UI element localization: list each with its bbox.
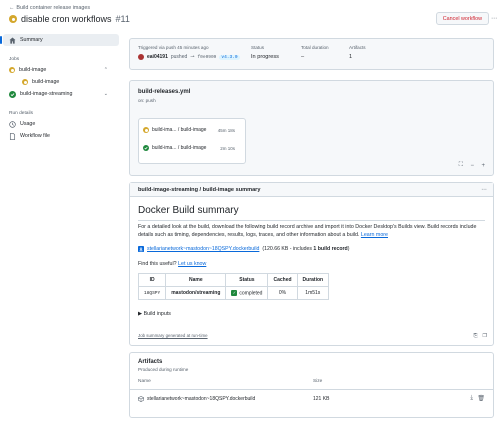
feedback-line: Find this useful? Let us know bbox=[138, 261, 207, 267]
artifact-row: stellarianetwork~mastodon~18QSPY.dockerb… bbox=[130, 389, 493, 407]
learn-more-link[interactable]: Learn more bbox=[361, 232, 388, 238]
download-line: stellarianetwork~mastodon~18QSPY.dockerb… bbox=[138, 246, 349, 252]
artifacts-title: Artifacts bbox=[138, 359, 163, 365]
package-icon bbox=[138, 396, 144, 402]
pending-status-icon bbox=[9, 15, 17, 23]
avatar bbox=[138, 54, 144, 60]
kebab-menu-icon[interactable]: ⋯ bbox=[481, 187, 487, 193]
duration-value: – bbox=[301, 54, 305, 60]
clock-icon bbox=[9, 120, 16, 128]
run-header: ← Build container release images disable… bbox=[0, 0, 500, 32]
status-value: In progress bbox=[251, 54, 279, 60]
link-icon[interactable]: ⎘ bbox=[474, 333, 478, 339]
sidebar-item-build-image-sub[interactable]: build-image bbox=[0, 76, 122, 88]
jobs-heading: Jobs bbox=[9, 56, 20, 62]
check-icon: ✓ bbox=[231, 289, 238, 296]
table-header-row: ID Name Status Cached Duration bbox=[137, 273, 330, 287]
summary-paragraph: For a detailed look at the build, downlo… bbox=[138, 224, 477, 238]
run-details-heading: Run details bbox=[9, 110, 33, 116]
sidebar-item-workflow-file[interactable]: Workflow file bbox=[0, 130, 122, 142]
cancel-workflow-button[interactable]: Cancel workflow bbox=[435, 12, 489, 25]
pending-status-icon bbox=[143, 127, 149, 133]
trigger-label: Triggered via push 45 minutes ago bbox=[138, 45, 209, 50]
workflow-trigger: on: push bbox=[138, 98, 156, 103]
generated-note[interactable]: Job summary generated at run-time bbox=[138, 333, 208, 338]
copy-icon[interactable]: ❐ bbox=[483, 333, 487, 339]
page-title: disable cron workflows #11 bbox=[9, 14, 130, 24]
build-table: ID Name Status Cached Duration 18QSPY ma… bbox=[137, 273, 330, 300]
sidebar: Summary Jobs build-image ⌃ build-image b… bbox=[0, 34, 122, 142]
run-summary-card: Triggered via push 45 minutes ago eai041… bbox=[129, 38, 494, 70]
triangle-right-icon: ▶ bbox=[138, 311, 143, 317]
home-icon bbox=[9, 36, 16, 44]
sidebar-item-build-image-streaming[interactable]: build-image-streaming ⌄ bbox=[0, 88, 122, 100]
sidebar-item-build-image[interactable]: build-image ⌃ bbox=[0, 64, 122, 76]
main-content: Triggered via push 45 minutes ago eai041… bbox=[129, 38, 494, 418]
graph-job-row[interactable]: build-ima... / build-image 45m 18s bbox=[143, 127, 235, 133]
trash-icon[interactable]: 🗑 bbox=[477, 395, 485, 402]
arrow-left-icon: ← bbox=[9, 5, 15, 11]
artifact-size: 121 KB bbox=[313, 396, 330, 402]
let-us-know-link[interactable]: Let us know bbox=[178, 261, 206, 267]
fullscreen-icon[interactable]: ⛶ bbox=[459, 162, 463, 169]
file-icon bbox=[9, 132, 16, 140]
artifact-name[interactable]: stellarianetwork~mastodon~18QSPY.dockerb… bbox=[147, 396, 255, 402]
job-group: build-ima... / build-image 45m 18s build… bbox=[138, 118, 246, 164]
job-summary-card: build-image-streaming / build-image summ… bbox=[129, 182, 494, 346]
graph-job-row[interactable]: build-ima... / build-image 2m 10s bbox=[143, 145, 235, 151]
job-summary-header: build-image-streaming / build-image summ… bbox=[138, 186, 261, 193]
commit-icon: ⊸ bbox=[190, 54, 195, 60]
chevron-up-icon[interactable]: ⌃ bbox=[104, 67, 108, 73]
check-circle-icon bbox=[143, 145, 149, 151]
tag-badge[interactable]: v4.3.0 bbox=[219, 54, 240, 60]
docker-build-summary-title: Docker Build summary bbox=[138, 205, 239, 216]
chevron-down-icon[interactable]: ⌄ bbox=[104, 91, 108, 97]
download-icon[interactable]: ⤓ bbox=[470, 395, 473, 402]
commit-sha[interactable]: f0e0909 bbox=[197, 55, 216, 60]
build-inputs-toggle[interactable]: ▶ Build inputs bbox=[138, 311, 171, 317]
divider bbox=[138, 220, 485, 221]
kebab-menu-icon[interactable]: ⋯ bbox=[490, 12, 498, 25]
workflow-file-name: build-releases.yml bbox=[138, 89, 191, 95]
sidebar-item-summary[interactable]: Summary bbox=[0, 34, 119, 46]
artifacts-card: Artifacts Produced during runtime Name S… bbox=[129, 352, 494, 418]
pending-status-icon bbox=[22, 79, 28, 85]
zoom-out-icon[interactable]: − bbox=[470, 163, 474, 169]
download-link[interactable]: stellarianetwork~mastodon~18QSPY.dockerb… bbox=[147, 246, 259, 252]
sidebar-item-usage[interactable]: Usage bbox=[0, 118, 122, 130]
workflow-graph: build-releases.yml on: push build-ima...… bbox=[129, 80, 494, 176]
artifacts-subtitle: Produced during runtime bbox=[138, 367, 189, 372]
check-circle-icon bbox=[9, 90, 16, 98]
artifacts-columns: Name Size bbox=[138, 379, 323, 384]
zoom-in-icon[interactable]: + bbox=[481, 163, 485, 169]
actor-link[interactable]: eai04191 bbox=[147, 54, 168, 60]
back-link[interactable]: ← Build container release images bbox=[9, 5, 90, 11]
docker-build-icon bbox=[138, 246, 144, 252]
pending-status-icon bbox=[9, 67, 15, 73]
table-row: 18QSPY mastodon/streaming ✓ completed 0% … bbox=[137, 286, 330, 300]
artifacts-count: 1 bbox=[349, 54, 353, 60]
